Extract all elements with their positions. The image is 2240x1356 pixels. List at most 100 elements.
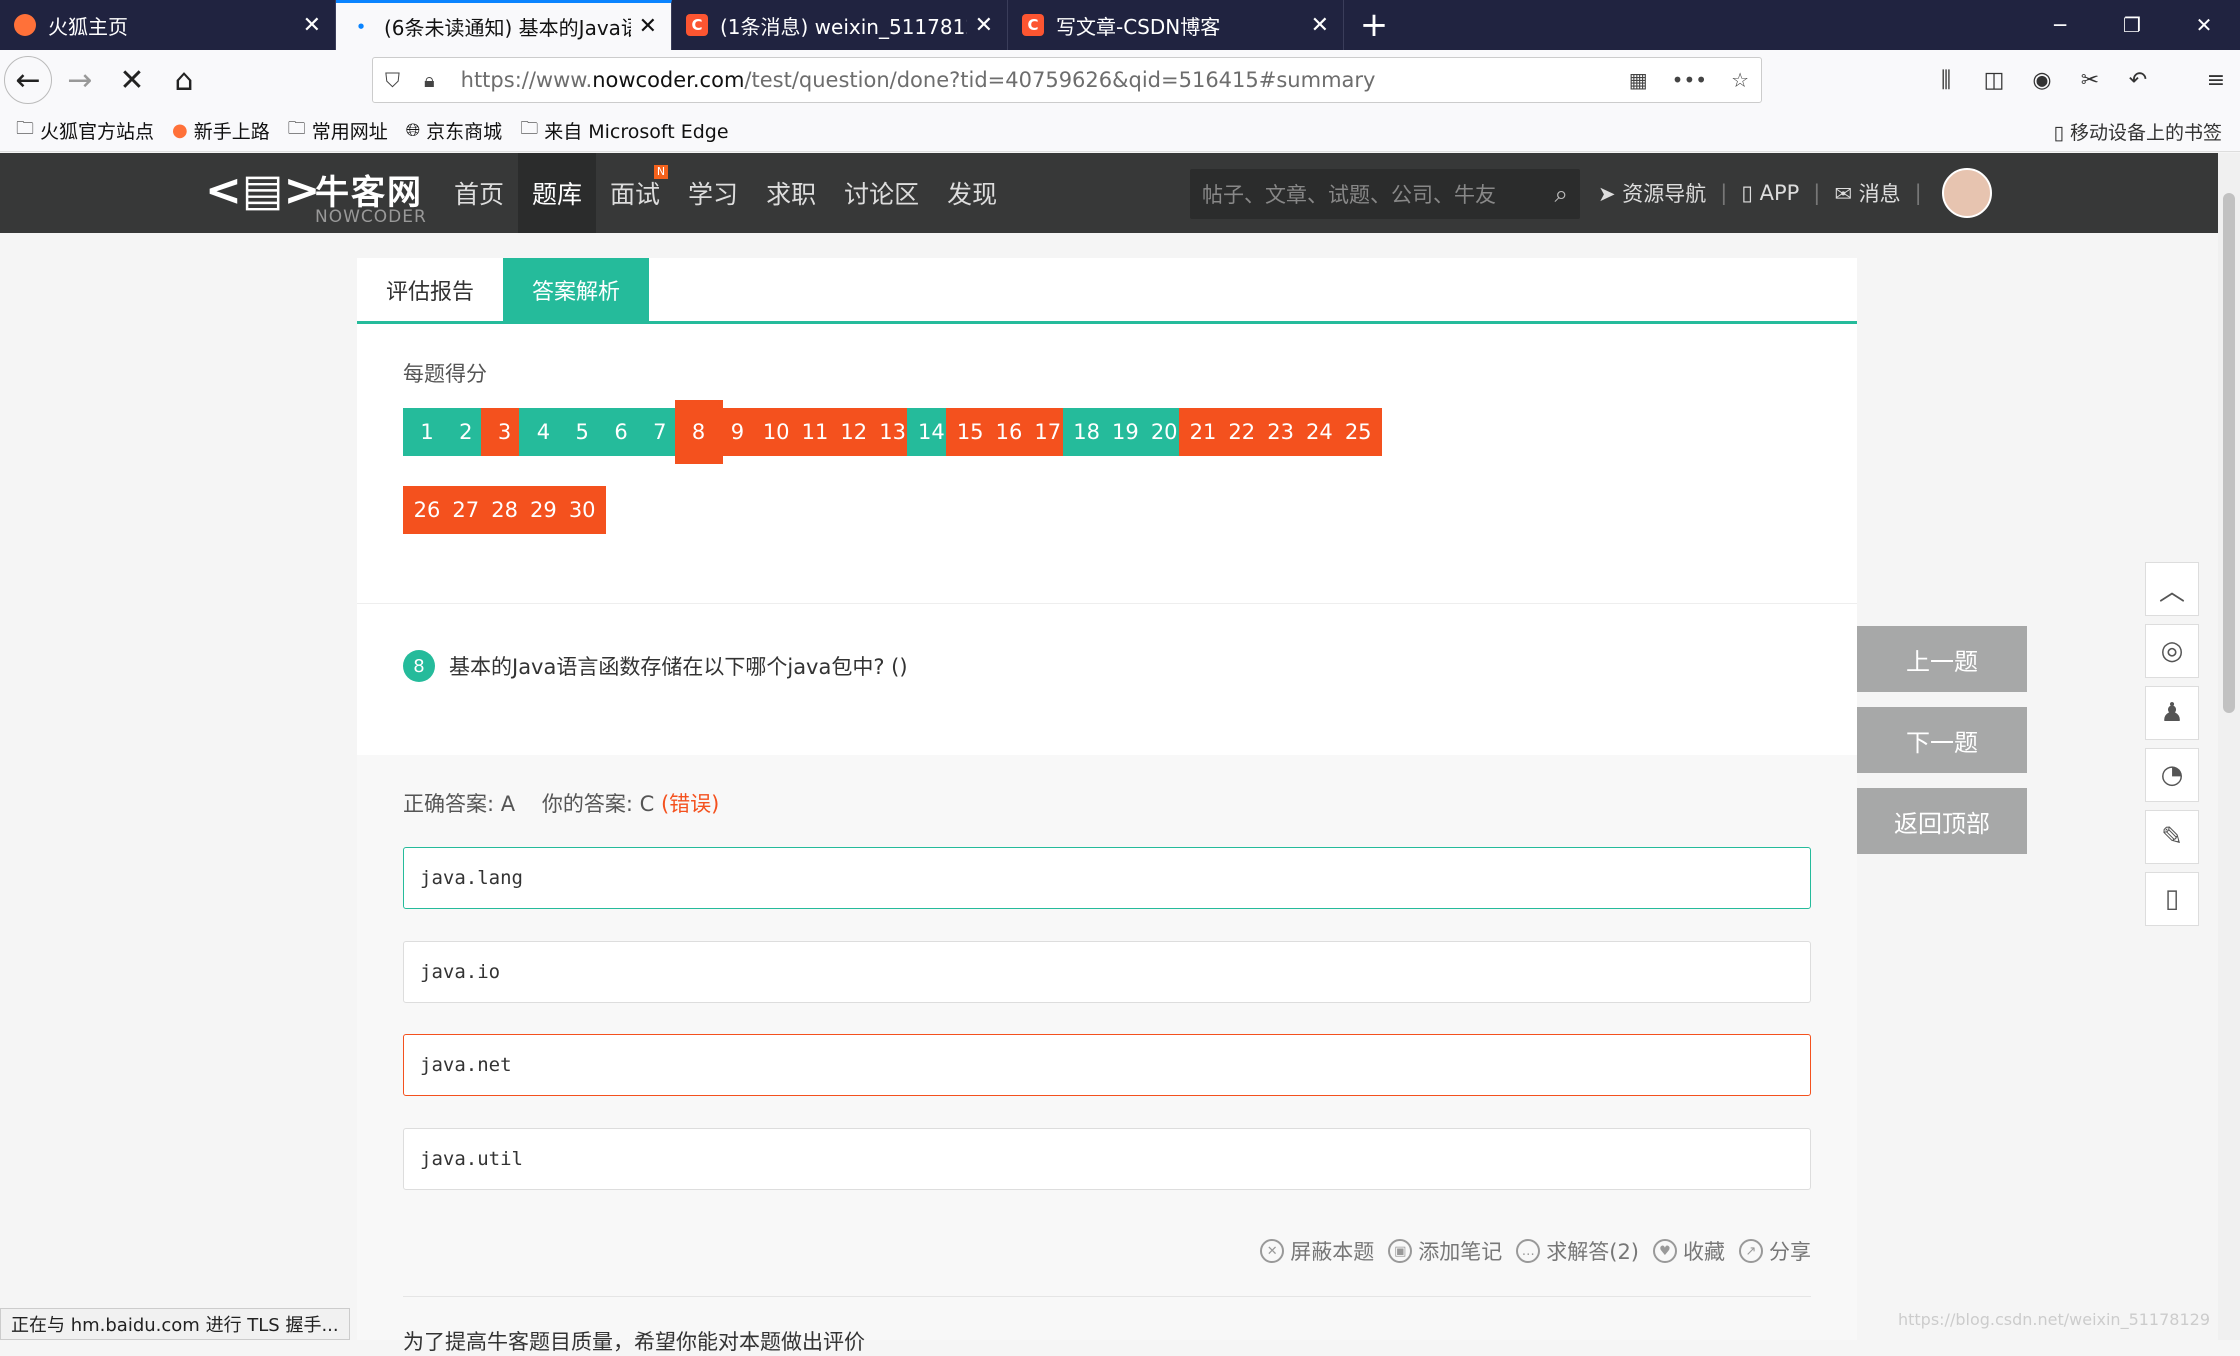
your-answer: 你的答案: C <box>541 792 655 816</box>
window-controls: ─ ❐ ✕ <box>2024 0 2240 50</box>
browser-tab-bar: 火狐主页 ✕ • (6条未读通知) 基本的Java语言 ✕ C (1条消息) weixin_… <box>0 0 2240 50</box>
close-tab-icon[interactable]: ✕ <box>639 14 657 39</box>
action-label: 添加笔记 <box>1418 1240 1503 1264</box>
restore-icon[interactable]: ❐ <box>2096 0 2168 50</box>
tab-title: 写文章-CSDN博客 <box>1056 14 1221 39</box>
site-nav-item[interactable]: 讨论区 <box>830 153 933 233</box>
browser-tab[interactable]: • (6条未读通知) 基本的Java语言 ✕ <box>336 0 672 50</box>
qr-code-icon[interactable]: ▦ <box>1629 68 1648 92</box>
firefox-icon <box>14 14 36 36</box>
close-tab-icon[interactable]: ✕ <box>975 13 993 38</box>
action-share[interactable]: ↗ 分享 <box>1739 1236 1811 1266</box>
app-link[interactable]: ▯ APP <box>1741 181 1799 205</box>
more-dots-icon[interactable]: ••• <box>1672 68 1707 92</box>
address-bar[interactable]: ⛉ 🔒︎ https://www.nowcoder.com/test/quest… <box>372 57 1762 103</box>
site-nav-item[interactable]: 面试 N <box>596 153 674 233</box>
browser-tab[interactable]: C (1条消息) weixin_51178129的 ✕ <box>672 0 1008 50</box>
library-icon[interactable]: ⫼ <box>1922 68 1970 93</box>
resource-nav-link[interactable]: ➤ 资源导航 <box>1598 178 1706 208</box>
site-nav-item[interactable]: 题库 <box>518 153 597 233</box>
divider <box>357 603 1857 604</box>
site-search[interactable]: 帖子、文章、试题、公司、牛友 ⌕ <box>1190 169 1580 219</box>
mobile-icon[interactable]: ▯ <box>2145 872 2199 926</box>
search-placeholder[interactable]: 帖子、文章、试题、公司、牛友 <box>1202 179 1555 209</box>
status-bar: 正在与 hm.baidu.com 进行 TLS 握手... <box>0 1308 350 1340</box>
search-icon[interactable]: ⌕ <box>1555 180 1568 208</box>
bookmark-item[interactable]: 🌐︎ 京东商城 <box>406 116 502 146</box>
action-block[interactable]: ✕ 屏蔽本题 <box>1260 1236 1374 1266</box>
prev-question-button[interactable]: 上一题 <box>1857 626 2027 692</box>
messages-link[interactable]: ✉ 消息 <box>1834 178 1900 208</box>
site-nav-item[interactable]: 求职 <box>752 153 830 233</box>
globe-icon: 🌐︎ <box>405 120 421 141</box>
action-heart[interactable]: ♥ 收藏 <box>1653 1236 1725 1266</box>
question-score-cell[interactable]: 25 <box>1334 408 1383 456</box>
bookmark-item[interactable]: 🗀 来自 Microsoft Edge <box>520 116 728 146</box>
qq-icon[interactable]: ♟ <box>2145 686 2199 740</box>
bookmark-item[interactable]: 🗀 常用网址 <box>288 116 388 146</box>
block-icon: ✕ <box>1260 1239 1285 1263</box>
share-icon: ↗ <box>1739 1239 1763 1263</box>
logo-subtext: NOWCODER <box>315 207 427 227</box>
heart-icon: ♥ <box>1653 1239 1677 1263</box>
site-nav-item[interactable]: 首页 <box>440 153 518 233</box>
stop-loading-icon[interactable]: ✕ <box>108 56 156 104</box>
nav-label: 讨论区 <box>844 180 920 209</box>
tab-title: 火狐主页 <box>48 14 128 39</box>
avatar[interactable] <box>1941 168 1992 218</box>
back-arrow-icon[interactable]: ← <box>4 56 52 104</box>
tab-answer-analysis[interactable]: 答案解析 <box>503 258 649 322</box>
close-tab-icon[interactable]: ✕ <box>303 13 321 38</box>
bookmark-star-icon[interactable]: ☆ <box>1731 68 1749 92</box>
answer-option: java.net <box>403 1034 1811 1096</box>
weibo-icon[interactable]: ◎ <box>2145 624 2199 678</box>
close-tab-icon[interactable]: ✕ <box>1311 13 1329 38</box>
close-window-icon[interactable]: ✕ <box>2168 0 2240 50</box>
navigation-toolbar: ← → ✕ ⌂ ⛉ 🔒︎ https://www.nowcoder.com/te… <box>0 50 2240 110</box>
toolbar-icons: ⫼ ◫ ◉ ✂ ↶ ≡ <box>1922 50 2240 110</box>
browser-tab[interactable]: 火狐主页 ✕ <box>0 0 336 50</box>
evaluation-prompt: 为了提高牛客题目质量，希望你能对本题做出评价 <box>403 1330 865 1354</box>
browser-tab[interactable]: C 写文章-CSDN博客 ✕ <box>1008 0 1344 50</box>
edit-icon[interactable]: ✎ <box>2145 810 2199 864</box>
forward-arrow-icon[interactable]: → <box>56 56 104 104</box>
back-to-top-button[interactable]: 返回顶部 <box>1857 788 2027 854</box>
undo-icon[interactable]: ↶ <box>2114 68 2162 93</box>
chevron-up-icon[interactable]: ︿ <box>2145 562 2199 616</box>
nav-label: 首页 <box>454 180 505 209</box>
shield-icon[interactable]: ⛉ <box>385 68 400 92</box>
action-comment[interactable]: … 求解答(2) <box>1516 1236 1639 1266</box>
scrollbar-thumb[interactable] <box>2223 193 2235 713</box>
bookmark-item[interactable]: ● 新手上路 <box>172 116 270 146</box>
action-label: 分享 <box>1769 1240 1811 1264</box>
page-scrollbar[interactable] <box>2218 153 2240 1340</box>
loading-dot-icon: • <box>356 17 366 36</box>
mobile-bookmarks[interactable]: ▯ 移动设备上的书签 <box>2053 118 2222 145</box>
action-note[interactable]: ▣ 添加笔记 <box>1388 1236 1502 1266</box>
menu-icon[interactable]: ≡ <box>2192 68 2240 93</box>
screenshot-icon[interactable]: ✂ <box>2066 68 2114 93</box>
next-question-button[interactable]: 下一题 <box>1857 707 2027 773</box>
question-score-cell[interactable]: 30 <box>558 486 607 534</box>
divider <box>403 1296 1811 1297</box>
logo-mark-icon: <▤> <box>205 165 321 216</box>
tab-evaluation-report[interactable]: 评估报告 <box>357 258 503 322</box>
folder-icon: 🗀 <box>520 117 539 139</box>
home-icon[interactable]: ⌂ <box>160 56 208 104</box>
new-tab-button[interactable]: + <box>1344 0 1404 50</box>
wechat-icon[interactable]: ◔ <box>2145 748 2199 802</box>
bookmark-item[interactable]: 🗀 火狐官方站点 <box>16 116 154 146</box>
sidebar-icon[interactable]: ◫ <box>1970 68 2018 93</box>
correct-answer: 正确答案: A <box>403 792 516 816</box>
site-nav-item[interactable]: 发现 <box>933 153 1011 233</box>
question-text: 基本的Java语言函数存储在以下哪个java包中? () <box>449 655 908 679</box>
tab-title: (6条未读通知) 基本的Java语言 <box>384 16 631 40</box>
nav-label: 学习 <box>688 180 739 209</box>
folder-icon: 🗀 <box>16 117 34 139</box>
url-text[interactable]: https://www.nowcoder.com/test/question/d… <box>461 68 1617 92</box>
site-logo[interactable]: <▤> 牛客网 NOWCODER <box>205 161 435 227</box>
action-label: 收藏 <box>1683 1240 1725 1264</box>
account-icon[interactable]: ◉ <box>2018 68 2066 93</box>
site-nav-item[interactable]: 学习 <box>674 153 752 233</box>
minimize-icon[interactable]: ─ <box>2024 0 2096 50</box>
